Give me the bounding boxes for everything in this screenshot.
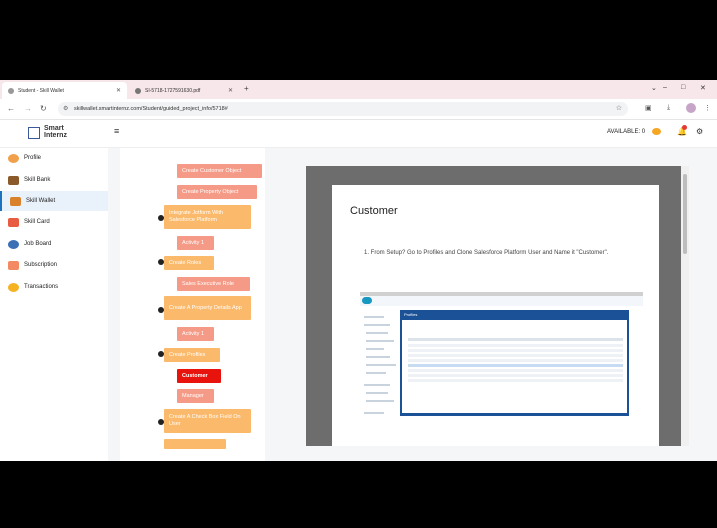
- tree-item[interactable]: Activity 1: [177, 327, 214, 341]
- sidebar-item-subscription[interactable]: Subscription: [0, 255, 108, 275]
- card-icon: [8, 217, 19, 227]
- address-bar-row: ← → ↻ ⚙ skillwallet.smartinternz.com/Stu…: [0, 99, 717, 120]
- salesforce-cloud-icon: [362, 297, 372, 304]
- tab-title: SI-5718-1727591630.pdf: [145, 87, 201, 94]
- sidebar-item-skill-wallet[interactable]: Skill Wallet: [0, 191, 108, 211]
- tree-item[interactable]: Create A Property Details App: [164, 296, 251, 320]
- chevron-down-icon[interactable]: ⌄: [651, 84, 657, 92]
- embedded-page-title: Profiles: [404, 312, 418, 317]
- tab-pdf[interactable]: SI-5718-1727591630.pdf ✕: [129, 82, 239, 99]
- tree-item[interactable]: Create Roles: [164, 256, 214, 270]
- pdf-page: Customer 1. From Setup? Go to Profiles a…: [332, 185, 659, 446]
- job-icon: [8, 239, 19, 249]
- available-credits: AVAILABLE: 0: [607, 129, 646, 135]
- logo-line2: Internz: [44, 132, 67, 139]
- url-text: skillwallet.smartinternz.com/Student/gui…: [74, 106, 228, 112]
- tab-skill-wallet[interactable]: Student - Skill Wallet ✕: [2, 82, 127, 99]
- app-header: Smart Internz ≡ AVAILABLE: 0 🔔 ⚙: [0, 120, 717, 148]
- logo-line1: Smart: [44, 125, 64, 132]
- project-task-tree: Create Customer Object Create Property O…: [120, 148, 265, 461]
- extensions-icon[interactable]: ▣: [645, 104, 652, 112]
- profiles-table: [402, 320, 627, 413]
- tree-item[interactable]: Activity 1: [177, 236, 214, 250]
- sidebar: Profile Skill Bank Skill Wallet Skill Ca…: [0, 148, 108, 461]
- bookmark-star-icon[interactable]: ☆: [616, 102, 622, 116]
- sidebar-item-label: Skill Bank: [24, 177, 51, 183]
- browser-window: Student - Skill Wallet ✕ SI-5718-1727591…: [0, 80, 717, 461]
- tree-item-partial[interactable]: [164, 439, 226, 449]
- logo-text: Smart Internz: [44, 125, 84, 139]
- sidebar-item-label: Transactions: [24, 284, 59, 290]
- doc-step-text: 1. From Setup? Go to Profiles and Clone …: [364, 250, 609, 256]
- gear-icon[interactable]: ⚙: [696, 127, 703, 136]
- sidebar-item-label: Skill Wallet: [26, 198, 56, 204]
- coins-icon: [8, 282, 19, 292]
- tree-item[interactable]: Manager: [177, 389, 214, 403]
- menu-dots-icon[interactable]: ⋮: [704, 104, 711, 112]
- close-tab-icon[interactable]: ✕: [228, 87, 233, 94]
- sidebar-item-transactions[interactable]: Transactions: [0, 277, 108, 297]
- logo-icon: [28, 127, 40, 139]
- sidebar-item-label: Skill Card: [24, 219, 50, 225]
- bank-icon: [8, 175, 19, 185]
- pdf-viewer: Customer 1. From Setup? Go to Profiles a…: [306, 166, 688, 446]
- subscription-icon: [8, 260, 19, 270]
- favicon-icon: [8, 87, 14, 94]
- embedded-screenshot: Profiles: [360, 292, 643, 426]
- sidebar-item-profile[interactable]: Profile: [0, 148, 108, 168]
- reload-icon[interactable]: ↻: [40, 104, 47, 113]
- doc-heading: Customer: [350, 205, 398, 217]
- sidebar-item-label: Profile: [24, 155, 42, 161]
- sidebar-item-skill-card[interactable]: Skill Card: [0, 212, 108, 232]
- pdf-scrollbar-thumb[interactable]: [683, 174, 687, 254]
- download-icon[interactable]: ⤓: [667, 104, 670, 112]
- site-info-icon[interactable]: ⚙: [63, 102, 68, 116]
- tree-item[interactable]: Sales Executive Role: [177, 277, 250, 291]
- forward-icon[interactable]: →: [24, 104, 32, 113]
- maximize-icon[interactable]: □: [681, 84, 685, 91]
- url-input[interactable]: ⚙ skillwallet.smartinternz.com/Student/g…: [58, 102, 628, 116]
- coin-icon: [652, 128, 661, 135]
- wallet-icon: [10, 196, 21, 206]
- close-window-icon[interactable]: ✕: [700, 84, 706, 92]
- tab-bar: Student - Skill Wallet ✕ SI-5718-1727591…: [0, 80, 717, 99]
- tree-item[interactable]: Create Profiles: [164, 348, 220, 362]
- new-tab-icon[interactable]: +: [244, 84, 249, 93]
- tree-item[interactable]: Create A Check Box Field On User: [164, 409, 251, 433]
- tab-title: Student - Skill Wallet: [18, 87, 64, 94]
- tree-item-selected[interactable]: Customer: [177, 369, 221, 383]
- salesforce-topbar: [360, 296, 643, 306]
- tree-item[interactable]: Integrate Jotform With Salesforce Platfo…: [164, 205, 251, 229]
- main-content: Create Customer Object Create Property O…: [108, 148, 717, 461]
- sidebar-item-label: Job Board: [24, 241, 52, 247]
- sidebar-item-label: Subscription: [24, 262, 58, 268]
- salesforce-profiles-page: [400, 310, 629, 416]
- pdf-favicon-icon: [135, 87, 141, 94]
- minimize-icon[interactable]: –: [663, 84, 667, 91]
- salesforce-setup-menu: [360, 310, 398, 420]
- tree-item[interactable]: Create Property Object: [177, 185, 257, 199]
- sidebar-item-skill-bank[interactable]: Skill Bank: [0, 170, 108, 190]
- tree-item[interactable]: Create Customer Object: [177, 164, 262, 178]
- sidebar-item-job-board[interactable]: Job Board: [0, 234, 108, 254]
- hamburger-menu-icon[interactable]: ≡: [114, 126, 119, 136]
- back-icon[interactable]: ←: [7, 104, 15, 113]
- close-tab-icon[interactable]: ✕: [116, 87, 121, 94]
- avatar[interactable]: [686, 103, 696, 113]
- notification-badge: [682, 125, 687, 130]
- profile-icon: [8, 153, 19, 163]
